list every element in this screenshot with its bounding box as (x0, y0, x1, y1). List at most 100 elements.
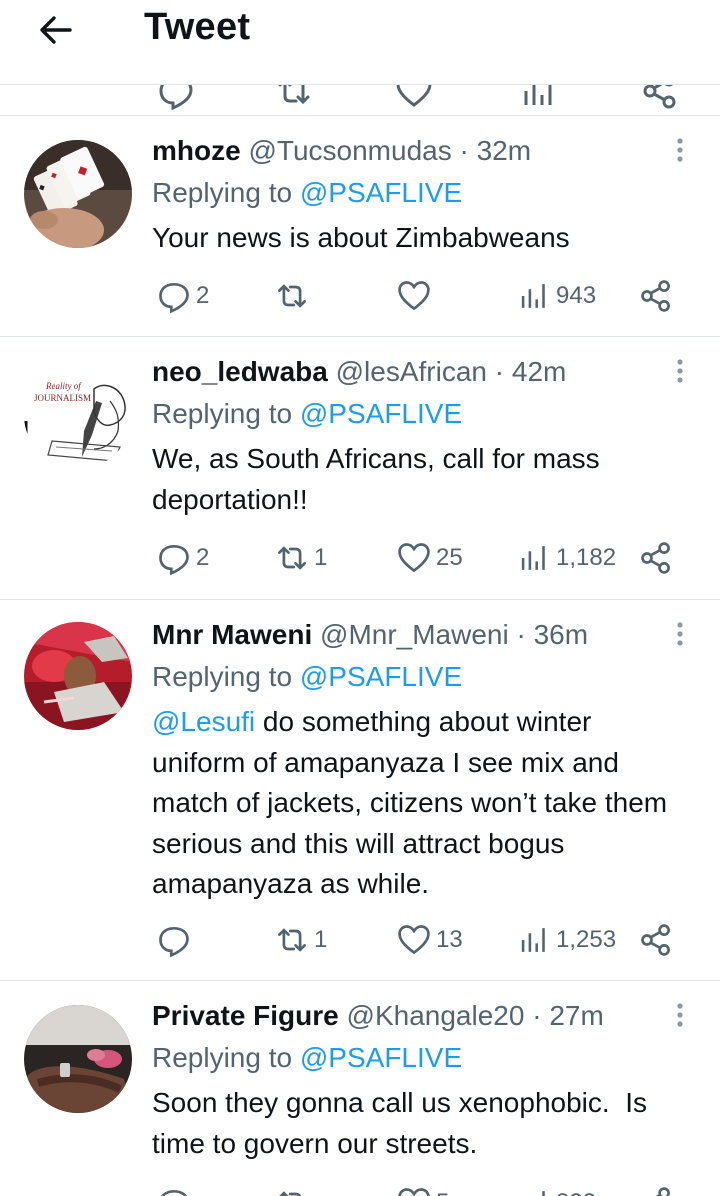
tweet-text: @Lesufi do something about winter unifor… (152, 702, 692, 905)
retweet-icon (279, 1191, 302, 1196)
tweet-header: mhoze @Tucsonmudas · 32m (152, 134, 531, 168)
author-name[interactable]: neo_ledwaba (152, 356, 328, 387)
replying-to: Replying to @PSAFLIVE (152, 1041, 462, 1075)
view-count: 1,253 (556, 926, 617, 953)
separator-dot: · (494, 356, 505, 387)
back-arrow-icon[interactable] (36, 10, 76, 50)
share-icon[interactable] (640, 85, 680, 111)
views-icon (521, 546, 545, 570)
views-icon (542, 1191, 545, 1196)
retweet-icon[interactable] (274, 85, 314, 111)
more-options-icon[interactable] (672, 357, 688, 387)
reply-icon (159, 282, 189, 314)
like-button[interactable]: 5 (396, 1181, 449, 1196)
views-icon (521, 284, 545, 308)
reply-button[interactable]: 2 (156, 274, 209, 318)
retweet-icon (278, 284, 306, 308)
views-button[interactable]: 943 (518, 274, 596, 318)
replying-to-label: Replying to (152, 1042, 293, 1073)
avatar[interactable] (24, 1005, 132, 1113)
share-button[interactable] (638, 536, 674, 580)
like-icon (398, 543, 430, 573)
like-icon (398, 925, 430, 955)
more-options-icon[interactable] (672, 620, 688, 650)
replying-to: Replying to @PSAFLIVE (152, 397, 462, 431)
mention-link[interactable]: @Lesufi (152, 706, 255, 737)
author-handle[interactable]: @lesAfrican (336, 356, 487, 387)
like-icon (398, 1188, 430, 1196)
avatar-logo-text: JOURNALISM (34, 393, 91, 403)
timestamp[interactable]: 32m (477, 135, 531, 166)
share-icon (641, 280, 670, 312)
author-name[interactable]: Private Figure (152, 1000, 339, 1031)
share-button[interactable] (638, 1181, 674, 1196)
tweet[interactable]: mhoze @Tucsonmudas · 32m Replying to @PS… (0, 116, 720, 337)
avatar[interactable] (24, 140, 132, 248)
more-options-icon[interactable] (672, 1001, 688, 1031)
avatar-logo-text: Reality of (45, 381, 82, 391)
reply-icon (159, 544, 189, 576)
replying-to-label: Replying to (152, 661, 293, 692)
share-icon (655, 1187, 670, 1196)
like-count: 5 (436, 1189, 449, 1196)
tweet-actions: 5 823 (0, 1181, 720, 1196)
reply-icon (159, 926, 189, 958)
author-handle[interactable]: @Tucsonmudas (248, 135, 451, 166)
replying-to-label: Replying to (152, 398, 293, 429)
reply-button[interactable] (156, 1181, 196, 1196)
retweet-button[interactable]: 1 (274, 918, 327, 962)
views-button[interactable]: 823 (518, 1181, 596, 1196)
share-button[interactable] (638, 918, 674, 962)
more-options-icon[interactable] (672, 136, 688, 166)
timestamp[interactable]: 27m (549, 1000, 603, 1031)
like-button[interactable] (396, 274, 436, 318)
views-icon (521, 928, 545, 952)
like-icon[interactable] (394, 85, 434, 111)
previous-tweet-actions (0, 85, 720, 116)
retweet-button[interactable] (274, 274, 314, 318)
replying-to-handle[interactable]: @PSAFLIVE (300, 661, 462, 692)
tweet[interactable]: Mnr Maweni @Mnr_Maweni · 36m Replying to… (0, 600, 720, 981)
tweet-actions: 2 943 (0, 274, 720, 318)
tweet-actions: 1 13 1,253 (0, 918, 720, 962)
tweet-text: We, as South Africans, call for mass dep… (152, 443, 600, 515)
tweet-text: Your news is about Zimbabweans (152, 222, 570, 253)
retweet-button[interactable]: 1 (274, 536, 327, 580)
author-name[interactable]: Mnr Maweni (152, 619, 312, 650)
like-button[interactable]: 25 (396, 536, 463, 580)
reply-count: 2 (196, 544, 210, 571)
views-button[interactable]: 1,253 (518, 918, 616, 962)
replying-to-handle[interactable]: @PSAFLIVE (300, 1042, 462, 1073)
reply-button[interactable]: 2 (156, 536, 209, 580)
replying-to-handle[interactable]: @PSAFLIVE (300, 177, 462, 208)
like-count: 13 (436, 926, 463, 953)
retweet-icon (278, 546, 306, 570)
share-icon (641, 542, 670, 574)
author-name[interactable]: mhoze (152, 135, 241, 166)
top-bar: Tweet (0, 0, 720, 85)
tweet[interactable]: Reality of JOURNALISM neo_ledwaba @lesAf… (0, 337, 720, 600)
avatar[interactable] (24, 622, 132, 730)
views-button[interactable]: 1,182 (518, 536, 616, 580)
timestamp[interactable]: 42m (512, 356, 566, 387)
page-title: Tweet (144, 6, 251, 48)
replying-to: Replying to @PSAFLIVE (152, 176, 462, 210)
author-handle[interactable]: @Mnr_Maweni (320, 619, 509, 650)
share-icon (641, 924, 670, 956)
view-count: 1,182 (556, 544, 617, 571)
reply-button[interactable] (156, 918, 196, 962)
author-handle[interactable]: @Khangale20 (347, 1000, 525, 1031)
views-icon[interactable] (520, 85, 560, 111)
timestamp[interactable]: 36m (534, 619, 588, 650)
view-count: 943 (556, 282, 597, 309)
share-button[interactable] (638, 274, 674, 318)
retweet-button[interactable] (274, 1181, 314, 1196)
tweet[interactable]: Private Figure @Khangale20 · 27m Replyin… (0, 981, 720, 1196)
replying-to-handle[interactable]: @PSAFLIVE (300, 398, 462, 429)
retweet-icon (278, 928, 306, 952)
reply-icon[interactable] (156, 85, 196, 111)
avatar[interactable]: Reality of JOURNALISM (24, 361, 132, 469)
view-count: 823 (556, 1189, 596, 1196)
like-button[interactable]: 13 (396, 918, 463, 962)
like-count: 25 (436, 544, 463, 571)
